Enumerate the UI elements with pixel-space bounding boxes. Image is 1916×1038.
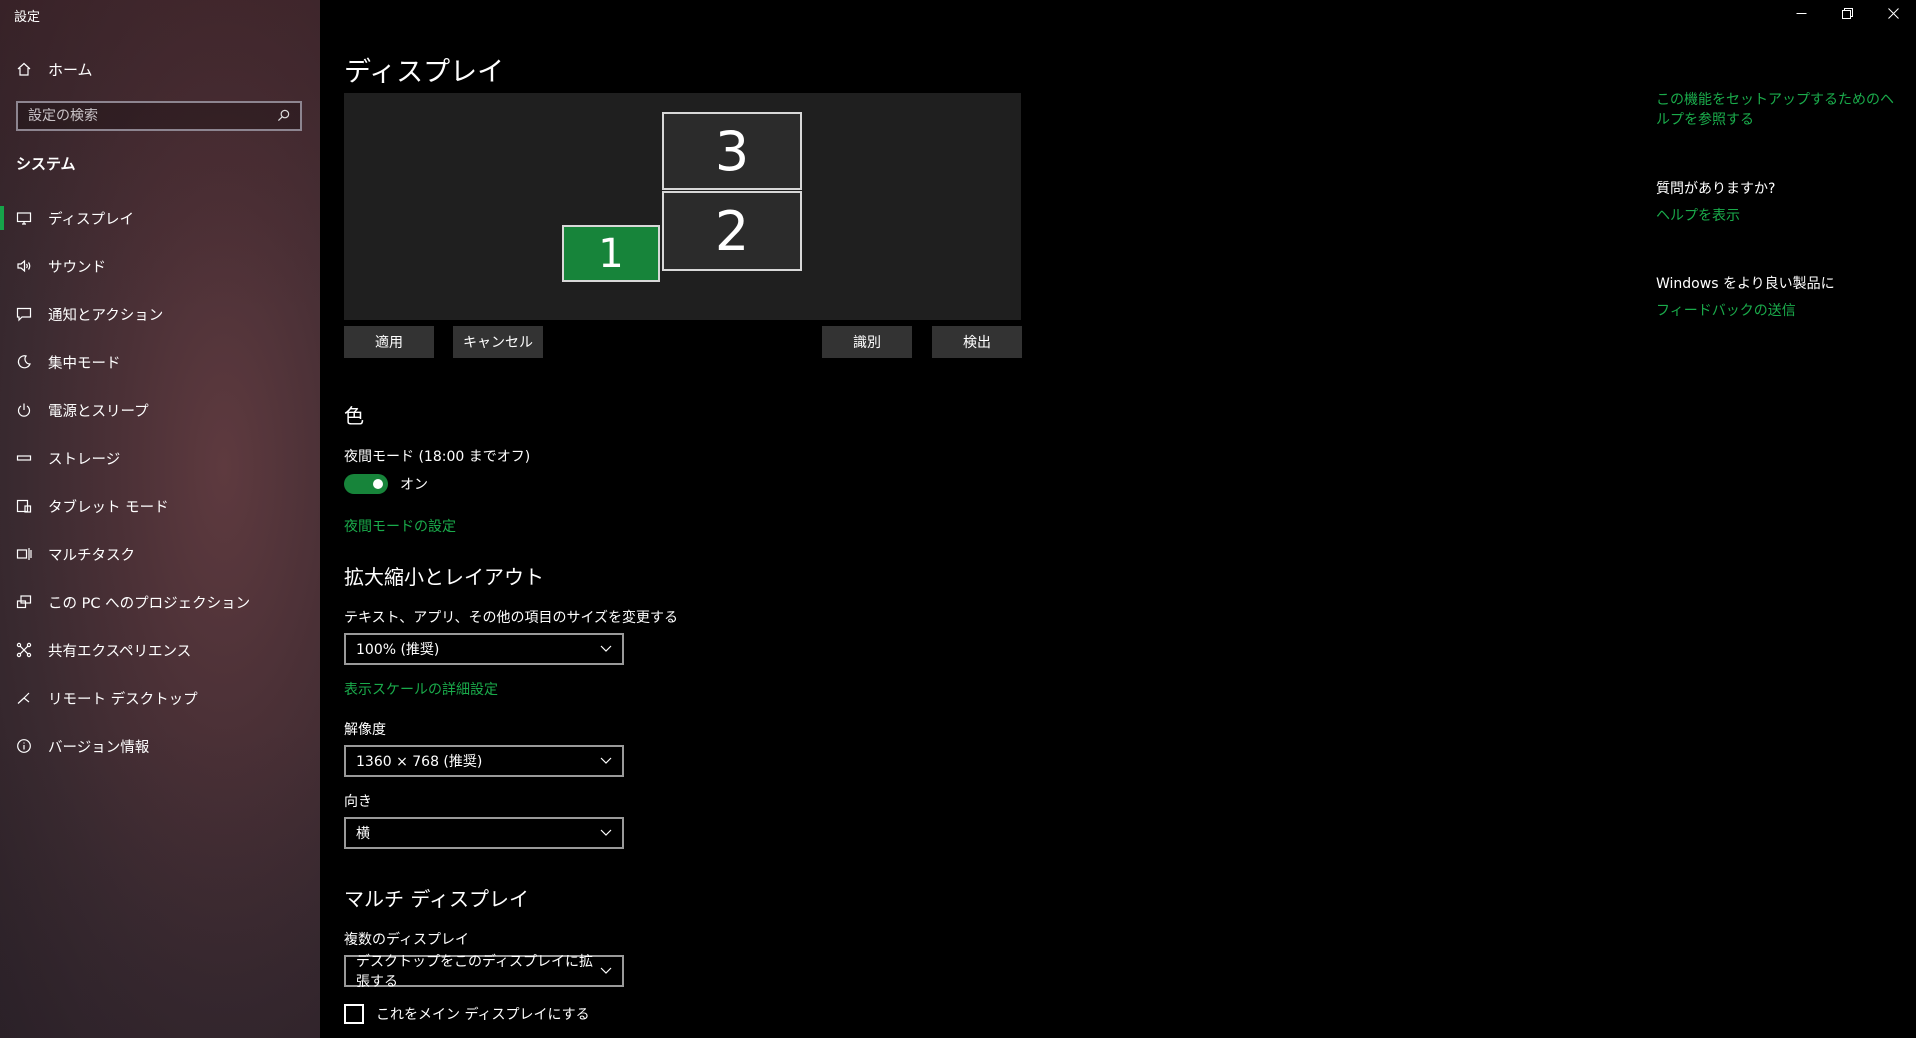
orientation-label: 向き [344, 794, 372, 810]
storage-icon [16, 450, 32, 466]
monitor-1[interactable]: 1 [562, 225, 660, 282]
sidebar-item-label: ストレージ [48, 451, 121, 468]
send-feedback-link[interactable]: フィードバックの送信 [1656, 301, 1796, 321]
sidebar-item-focus[interactable]: 集中モード [0, 338, 320, 386]
chevron-down-icon [600, 963, 612, 979]
sidebar-item-label: 通知とアクション [48, 307, 164, 324]
restore-button[interactable] [1824, 0, 1870, 26]
multi-display-dropdown-value: デスクトップをこのディスプレイに拡張する [356, 954, 594, 990]
multi-display-label: 複数のディスプレイ [344, 932, 470, 948]
resolution-label: 解像度 [344, 722, 386, 738]
sidebar-item-label: バージョン情報 [48, 739, 150, 756]
multitask-icon [16, 546, 32, 562]
sidebar-item-about[interactable]: バージョン情報 [0, 722, 320, 770]
main-display-checkbox[interactable] [344, 1004, 364, 1024]
main-display-checkbox-row[interactable]: これをメイン ディスプレイにする [344, 1004, 590, 1024]
orientation-dropdown-value: 横 [356, 826, 370, 842]
projection-icon [16, 594, 32, 610]
multi-display-dropdown[interactable]: デスクトップをこのディスプレイに拡張する [344, 954, 624, 990]
sidebar-item-tablet[interactable]: タブレット モード [0, 482, 320, 530]
setup-help-link[interactable]: この機能をセットアップするためのヘルプを参照する [1656, 90, 1896, 130]
sidebar-item-label: 集中モード [48, 355, 121, 372]
notification-icon [16, 306, 32, 322]
scale-dropdown[interactable]: 100% (推奨) [344, 633, 624, 665]
search-box[interactable] [16, 101, 302, 131]
sidebar-item-storage[interactable]: ストレージ [0, 434, 320, 482]
show-help-link[interactable]: ヘルプを表示 [1656, 206, 1740, 226]
sidebar-item-label: ディスプレイ [48, 211, 134, 228]
orientation-dropdown[interactable]: 横 [344, 817, 624, 849]
apply-button[interactable]: 適用 [344, 326, 434, 358]
improve-windows-label: Windows をより良い製品に [1656, 276, 1835, 292]
search-input[interactable] [28, 108, 268, 124]
main-content: ディスプレイ 3 2 1 適用 キャンセル 識別 検出 色 夜間モード (18:… [344, 0, 1544, 1038]
help-question: 質問がありますか? [1656, 181, 1776, 197]
close-icon [1887, 4, 1899, 23]
detect-button[interactable]: 検出 [932, 326, 1022, 358]
sidebar-item-label: タブレット モード [48, 499, 169, 516]
resolution-dropdown[interactable]: 1360 × 768 (推奨) [344, 745, 624, 777]
sidebar: 設定 ホーム システム ディスプレイ サウンド [0, 0, 320, 1038]
color-heading: 色 [344, 404, 364, 428]
advanced-scale-link[interactable]: 表示スケールの詳細設定 [344, 679, 498, 699]
sidebar-item-shared[interactable]: 共有エクスペリエンス [0, 626, 320, 674]
sidebar-item-label: リモート デスクトップ [48, 691, 198, 708]
sidebar-item-projection[interactable]: この PC へのプロジェクション [0, 578, 320, 626]
monitor-3[interactable]: 3 [662, 112, 802, 190]
home-icon [16, 61, 32, 77]
nav-list: ディスプレイ サウンド 通知とアクション 集中モード 電源とスリープ ストレージ… [0, 194, 320, 770]
nav-home[interactable]: ホーム [16, 58, 93, 80]
display-arrangement-canvas[interactable]: 3 2 1 [344, 93, 1021, 320]
resolution-dropdown-value: 1360 × 768 (推奨) [356, 754, 483, 770]
sidebar-item-power[interactable]: 電源とスリープ [0, 386, 320, 434]
night-mode-state: オン [400, 477, 428, 493]
section-title: システム [16, 155, 76, 173]
restore-icon [1841, 4, 1853, 23]
sidebar-item-label: この PC へのプロジェクション [48, 595, 251, 612]
night-mode-label: 夜間モード (18:00 までオフ) [344, 449, 531, 465]
remote-icon [16, 690, 32, 706]
sidebar-item-label: サウンド [48, 259, 106, 276]
sidebar-item-multitask[interactable]: マルチタスク [0, 530, 320, 578]
nav-home-label: ホーム [48, 60, 93, 79]
chevron-down-icon [600, 825, 612, 841]
night-mode-toggle[interactable] [344, 474, 388, 494]
shared-icon [16, 642, 32, 658]
multi-display-heading: マルチ ディスプレイ [344, 887, 529, 911]
display-icon [16, 210, 32, 226]
window-controls [1778, 0, 1916, 26]
scale-size-label: テキスト、アプリ、その他の項目のサイズを変更する [344, 610, 679, 626]
page-title: ディスプレイ [344, 57, 505, 88]
scale-dropdown-value: 100% (推奨) [356, 642, 440, 658]
night-mode-toggle-row: オン [344, 474, 428, 494]
sidebar-item-label: 共有エクスペリエンス [48, 643, 192, 660]
main-display-checkbox-label: これをメイン ディスプレイにする [376, 1007, 590, 1023]
sidebar-item-label: 電源とスリープ [48, 403, 149, 420]
chevron-down-icon [600, 641, 612, 657]
monitor-2[interactable]: 2 [662, 191, 802, 271]
close-button[interactable] [1870, 0, 1916, 26]
identify-button[interactable]: 識別 [822, 326, 912, 358]
info-icon [16, 738, 32, 754]
speaker-icon [16, 258, 32, 274]
scale-heading: 拡大縮小とレイアウト [344, 565, 544, 589]
sidebar-item-remote[interactable]: リモート デスクトップ [0, 674, 320, 722]
night-mode-settings-link[interactable]: 夜間モードの設定 [344, 516, 456, 536]
power-icon [16, 402, 32, 418]
tablet-icon [16, 498, 32, 514]
sidebar-item-notifications[interactable]: 通知とアクション [0, 290, 320, 338]
minimize-button[interactable] [1778, 0, 1824, 26]
minimize-icon [1796, 4, 1807, 23]
sidebar-item-display[interactable]: ディスプレイ [0, 194, 320, 242]
sidebar-item-sound[interactable]: サウンド [0, 242, 320, 290]
cancel-button[interactable]: キャンセル [453, 326, 543, 358]
moon-icon [16, 354, 32, 370]
chevron-down-icon [600, 753, 612, 769]
sidebar-item-label: マルチタスク [48, 547, 135, 564]
app-title: 設定 [14, 10, 41, 25]
search-icon[interactable] [277, 107, 290, 126]
